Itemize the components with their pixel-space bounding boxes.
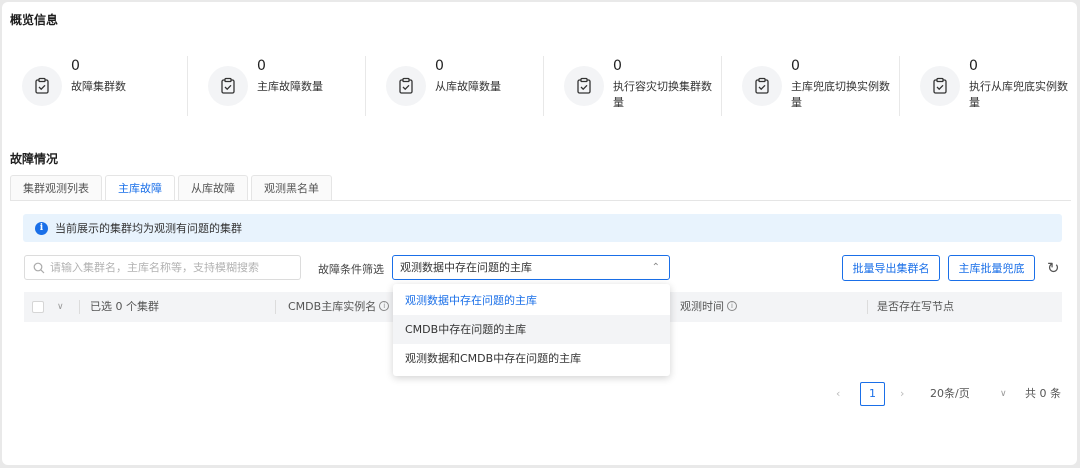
- select-value: 观测数据中存在问题的主库: [400, 261, 532, 274]
- clipboard-check-icon: [742, 66, 782, 106]
- alert-text: 当前展示的集群均为观测有问题的集群: [55, 222, 242, 235]
- select-all-checkbox[interactable]: [32, 301, 44, 313]
- stat-dr-switch-clusters: 0 执行容灾切换集群数量: [544, 52, 721, 122]
- chevron-down-icon[interactable]: ∨: [57, 292, 64, 322]
- dropdown-option[interactable]: 观测数据和CMDB中存在问题的主库: [393, 344, 670, 373]
- filter-label: 故障条件筛选: [318, 263, 384, 276]
- column-label: 观测时间: [680, 300, 724, 313]
- clipboard-check-icon: [386, 66, 426, 106]
- clipboard-check-icon: [920, 66, 960, 106]
- help-icon[interactable]: i: [727, 301, 737, 311]
- prev-page-icon[interactable]: ‹: [836, 382, 840, 406]
- clipboard-check-icon: [22, 66, 62, 106]
- tabs-divider: [10, 200, 1071, 201]
- column-label: CMDB主库实例名: [288, 300, 377, 313]
- stat-value: 0: [613, 58, 622, 74]
- next-page-icon[interactable]: ›: [900, 382, 904, 406]
- column-divider: [79, 300, 80, 314]
- info-alert: i 当前展示的集群均为观测有问题的集群: [23, 214, 1062, 242]
- column-cmdb-instance: CMDB主库实例名 i: [288, 292, 390, 322]
- stat-label: 执行从库兜底实例数量: [969, 80, 1068, 109]
- chevron-down-icon[interactable]: ∨: [1000, 382, 1007, 406]
- page-number-button[interactable]: 1: [860, 382, 885, 406]
- batch-fallback-button[interactable]: 主库批量兜底: [948, 255, 1035, 281]
- stat-master-faults: 0 主库故障数量: [188, 52, 365, 122]
- stat-slave-fallback: 0 执行从库兜底实例数量: [900, 52, 1077, 122]
- column-divider: [275, 300, 276, 314]
- refresh-icon[interactable]: ↻: [1047, 259, 1060, 277]
- tab-blacklist[interactable]: 观测黑名单: [251, 175, 332, 201]
- dropdown-option[interactable]: CMDB中存在问题的主库: [393, 315, 670, 344]
- column-write-node: 是否存在写节点: [877, 300, 954, 313]
- column-observe-time: 观测时间 i: [680, 292, 737, 322]
- tab-cluster-list[interactable]: 集群观测列表: [10, 175, 102, 201]
- stat-value: 0: [435, 58, 444, 74]
- selected-count: 已选 0 个集群: [90, 300, 159, 313]
- overview-title: 概览信息: [10, 13, 59, 27]
- column-divider: [867, 300, 868, 314]
- page-size-select[interactable]: 20条/页: [930, 382, 970, 406]
- dropdown-option[interactable]: 观测数据中存在问题的主库: [393, 286, 670, 315]
- stat-value: 0: [71, 58, 80, 74]
- stat-value: 0: [257, 58, 266, 74]
- filter-dropdown: 观测数据中存在问题的主库 CMDB中存在问题的主库 观测数据和CMDB中存在问题…: [393, 284, 670, 376]
- chevron-up-icon: ⌃: [651, 262, 660, 273]
- stat-label: 主库故障数量: [257, 80, 323, 93]
- stats-row: 0 故障集群数 0 主库故障数量 0 从库故障数量 0 执行容灾切换集群数量 0…: [2, 52, 1077, 122]
- fault-filter-select[interactable]: 观测数据中存在问题的主库 ⌃: [392, 255, 670, 280]
- search-input[interactable]: [50, 261, 290, 274]
- stat-master-fallback: 0 主库兜底切换实例数量: [722, 52, 899, 122]
- stat-slave-faults: 0 从库故障数量: [366, 52, 543, 122]
- total-count: 共 0 条: [1025, 387, 1061, 400]
- search-box[interactable]: [24, 255, 301, 280]
- info-icon: i: [35, 221, 48, 235]
- stat-value: 0: [791, 58, 800, 74]
- fault-title: 故障情况: [10, 152, 59, 166]
- tab-slave-fault[interactable]: 从库故障: [178, 175, 248, 201]
- export-cluster-names-button[interactable]: 批量导出集群名: [842, 255, 940, 281]
- stat-label: 故障集群数: [71, 80, 126, 93]
- stat-value: 0: [969, 58, 978, 74]
- search-icon: [33, 262, 45, 273]
- app-frame: 概览信息 0 故障集群数 0 主库故障数量 0 从库故障数量 0 执行容灾切换集…: [2, 2, 1077, 465]
- stat-label: 主库兜底切换实例数量: [791, 80, 890, 109]
- clipboard-check-icon: [208, 66, 248, 106]
- stat-label: 执行容灾切换集群数量: [613, 80, 712, 109]
- help-icon[interactable]: i: [379, 301, 390, 311]
- fault-tabs: 集群观测列表 主库故障 从库故障 观测黑名单: [10, 175, 335, 201]
- tab-master-fault[interactable]: 主库故障: [105, 175, 175, 201]
- stat-fault-clusters: 0 故障集群数: [2, 52, 187, 122]
- clipboard-check-icon: [564, 66, 604, 106]
- stat-label: 从库故障数量: [435, 80, 501, 93]
